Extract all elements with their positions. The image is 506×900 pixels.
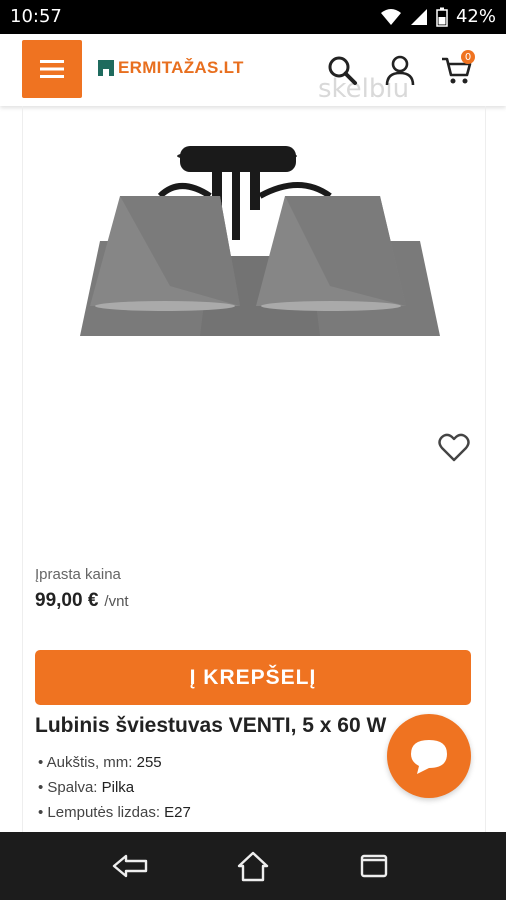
search-icon[interactable] (326, 54, 358, 86)
logo-text: ERMITAŽAS.LT (118, 58, 244, 77)
spec-value: 255 (136, 754, 162, 771)
add-to-cart-button[interactable]: Į KREPŠELĮ (35, 650, 471, 705)
wifi-icon (380, 8, 401, 25)
spec-value: E27 (164, 804, 191, 821)
account-icon[interactable] (384, 54, 416, 86)
chat-button[interactable] (387, 714, 471, 798)
spec-label: Spalva: (47, 779, 98, 796)
cart-badge: 0 (461, 50, 475, 64)
back-icon[interactable] (110, 850, 150, 882)
spec-label: Lemputės lizdas: (47, 804, 160, 821)
product-specs: • Aukštis, mm: 255 • Spalva: Pilka • Lem… (38, 754, 191, 829)
spec-label: Aukštis, mm: (46, 754, 133, 771)
status-bar: 10:57 42% (0, 0, 506, 34)
status-icons: 42% (380, 6, 496, 27)
price-unit: /vnt (104, 593, 129, 610)
heart-icon[interactable] (438, 432, 470, 462)
home-icon[interactable] (233, 850, 273, 882)
logo-mark (98, 60, 114, 76)
site-header: ERMITAŽAS.LT skelbiu 0 (0, 34, 506, 106)
hamburger-icon (40, 60, 64, 78)
spec-item-socket: • Lemputės lizdas: E27 (38, 804, 191, 821)
status-time: 10:57 (10, 6, 62, 27)
spec-item-height: • Aukštis, mm: 255 (38, 754, 162, 771)
price-value: 99,00 € (35, 590, 99, 611)
signal-icon (410, 8, 427, 25)
battery-icon (436, 7, 448, 27)
price-label: Įprasta kaina (35, 566, 121, 583)
battery-percent: 42% (455, 6, 496, 27)
recents-icon[interactable] (354, 850, 394, 882)
android-nav-bar (0, 832, 506, 900)
menu-button[interactable] (22, 40, 82, 98)
cart-badge-count: 0 (464, 51, 472, 63)
product-price: 99,00 € /vnt (35, 590, 129, 612)
product-title: Lubinis šviestuvas VENTI, 5 x 60 W (35, 714, 387, 737)
spec-item-color: • Spalva: Pilka (38, 779, 135, 796)
site-logo[interactable]: ERMITAŽAS.LT (98, 58, 244, 78)
spec-value: Pilka (101, 779, 135, 796)
ceiling-lamp-image (80, 146, 440, 336)
chat-bubble-icon (411, 740, 447, 774)
